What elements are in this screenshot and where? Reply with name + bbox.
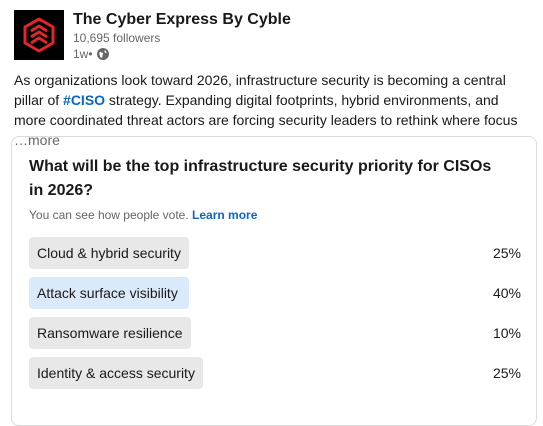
company-logo[interactable] — [14, 10, 64, 60]
company-name[interactable]: The Cyber Express By Cyble — [73, 10, 291, 30]
poll-option-label: Identity & access security — [37, 365, 195, 381]
poll-option[interactable]: Identity & access security 25% — [29, 357, 521, 389]
poll-option[interactable]: Cloud & hybrid security 25% — [29, 237, 521, 269]
poll-option-label: Ransomware resilience — [37, 325, 183, 341]
poll-option-percent: 25% — [492, 245, 521, 261]
time-separator: • — [88, 47, 93, 61]
globe-icon — [96, 47, 110, 61]
poll-option[interactable]: Ransomware resilience 10% — [29, 317, 521, 349]
poll-question: What will be the top infrastructure secu… — [29, 158, 492, 199]
poll-option-percent: 10% — [492, 325, 521, 341]
poll-option-label: Cloud & hybrid security — [37, 245, 181, 261]
post-meta: 1w • — [73, 46, 291, 62]
poll-option-percent: 25% — [492, 365, 521, 381]
poll-option[interactable]: Attack surface visibility 40% — [29, 277, 521, 309]
poll-card: What will be the top infrastructure secu… — [11, 136, 537, 426]
post-header: The Cyber Express By Cyble 10,695 follow… — [14, 10, 291, 62]
visibility-text: You can see how people vote. — [29, 208, 189, 222]
learn-more-link[interactable]: Learn more — [192, 208, 257, 222]
hashtag-link[interactable]: #CISO — [63, 92, 105, 108]
cyble-logo-icon — [23, 17, 55, 53]
poll-visibility-note: You can see how people vote. Learn more — [29, 207, 257, 223]
post-time: 1w — [73, 47, 89, 61]
follower-count: 10,695 followers — [73, 31, 161, 45]
poll-option-percent: 40% — [492, 285, 521, 301]
poll-option-label: Attack surface visibility — [37, 285, 178, 301]
